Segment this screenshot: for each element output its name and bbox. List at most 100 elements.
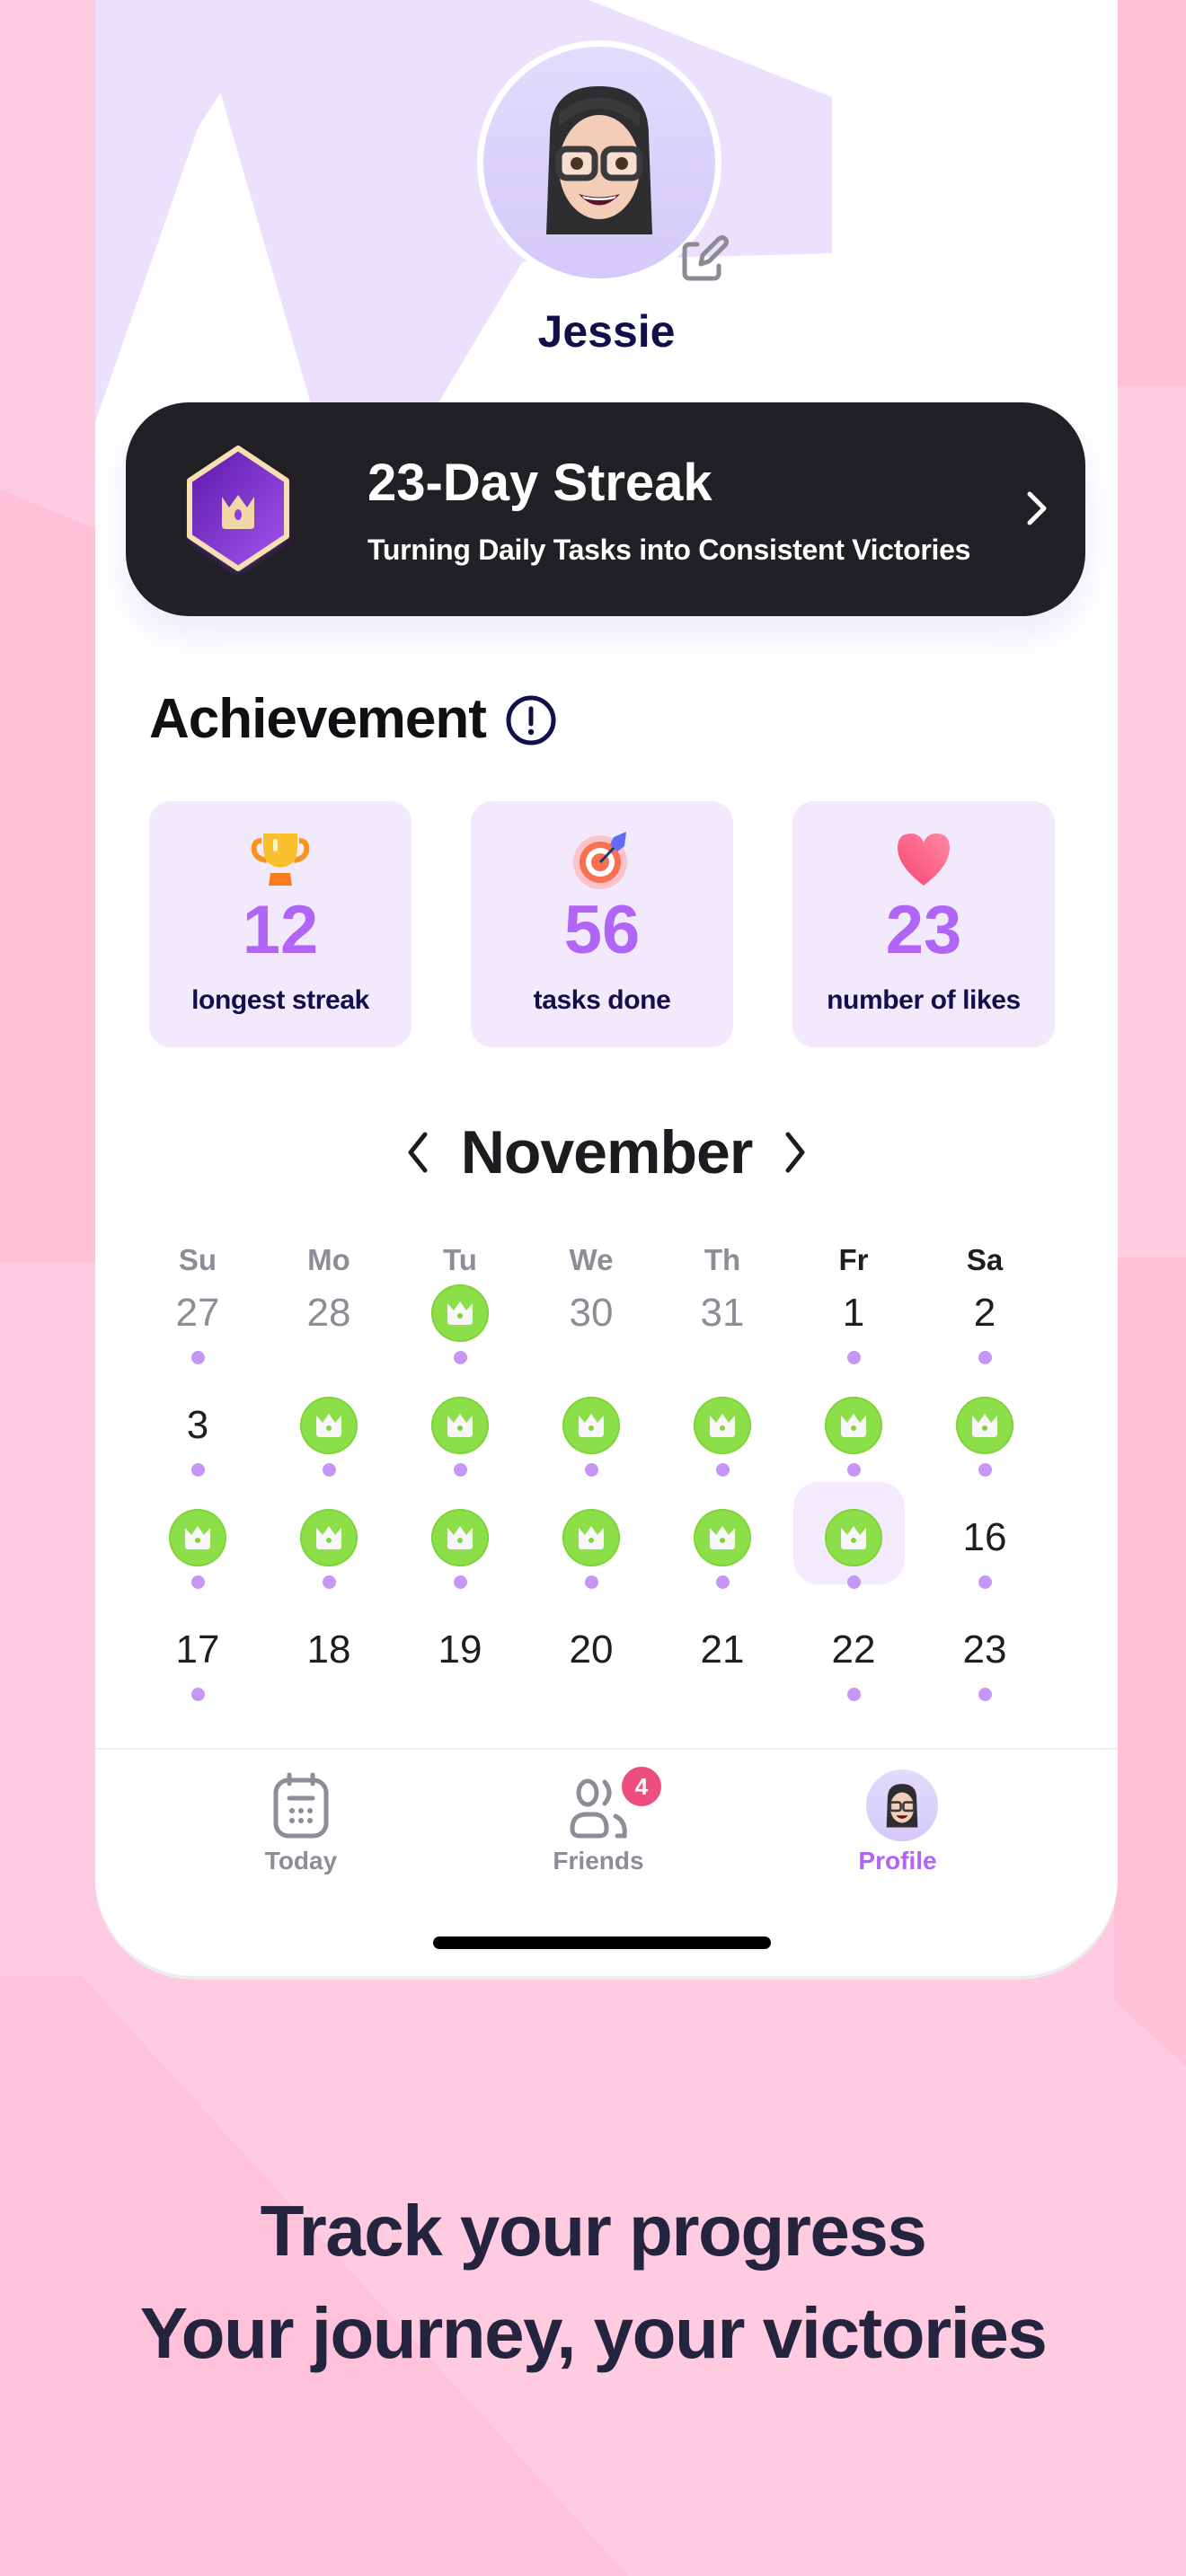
crown-check-icon: [300, 1509, 358, 1566]
heart-icon: [898, 834, 950, 886]
activity-dot: [454, 1688, 467, 1701]
crown-check-icon: [431, 1509, 489, 1566]
crown-check-icon: [956, 1397, 1013, 1454]
tab-friends[interactable]: 4 Friends: [509, 1764, 688, 1875]
home-indicator: [433, 1936, 771, 1949]
calendar-day[interactable]: 18: [263, 1619, 394, 1732]
edit-square-pencil-icon[interactable]: [679, 234, 730, 284]
stat-label: tasks done: [533, 985, 671, 1015]
chevron-left-icon: [408, 1132, 428, 1173]
chevron-right-icon: [785, 1132, 805, 1173]
stat-value: 23: [885, 892, 962, 968]
calendar-day[interactable]: [526, 1395, 657, 1507]
calendar-day[interactable]: 16: [919, 1507, 1050, 1619]
background-facet: [0, 490, 99, 1262]
memoji-avatar-icon: [886, 1784, 918, 1828]
calendar-day[interactable]: [132, 1507, 263, 1619]
tab-today[interactable]: Today: [211, 1769, 391, 1875]
activity-dot: [190, 1688, 205, 1701]
calendar-day[interactable]: 21: [657, 1619, 788, 1732]
activity-dot: [453, 1575, 467, 1589]
day-number: 31: [700, 1291, 745, 1335]
exclamation-circle-icon[interactable]: [505, 694, 557, 746]
chevron-right-icon[interactable]: [1024, 489, 1049, 528]
tab-label: Profile: [858, 1847, 937, 1875]
day-number: 21: [700, 1628, 745, 1672]
calendar-day[interactable]: 1: [788, 1283, 919, 1395]
streak-subtitle: Turning Daily Tasks into Consistent Vict…: [367, 534, 971, 566]
calendar-day[interactable]: [394, 1395, 526, 1507]
calendar-day[interactable]: [788, 1482, 919, 1619]
target-dart-icon: [573, 832, 627, 889]
calendar-week-row: 27 28 30 31 1 2: [132, 1283, 1050, 1395]
month-navigator: November: [95, 1112, 1118, 1193]
next-month-button[interactable]: [777, 1125, 813, 1179]
day-number: 18: [306, 1628, 351, 1672]
stat-label: number of likes: [827, 985, 1021, 1015]
avatar: [866, 1769, 938, 1841]
profile-name: Jessie: [537, 306, 676, 357]
calendar-day[interactable]: 2: [919, 1283, 1050, 1395]
trophy-icon: [251, 834, 310, 886]
activity-dot: [846, 1575, 861, 1589]
calendar-day[interactable]: 3: [132, 1395, 263, 1507]
calendar-week-row: 17 18 19 20 21 22 23: [132, 1619, 1050, 1732]
streak-title: 23-Day Streak: [367, 454, 712, 512]
activity-dot: [846, 1463, 861, 1477]
memoji-avatar-icon: [546, 86, 652, 234]
calendar-week-row: 16: [132, 1482, 1050, 1619]
activity-dot: [190, 1575, 205, 1589]
calendar-day[interactable]: [263, 1395, 394, 1507]
calendar-day[interactable]: 17: [132, 1619, 263, 1732]
calendar-day[interactable]: 23: [919, 1619, 1050, 1732]
day-number: 27: [175, 1291, 220, 1335]
crown-check-icon: [825, 1509, 882, 1566]
background-facet: [1114, 386, 1186, 1275]
calendar-day[interactable]: 20: [526, 1619, 657, 1732]
month-label: November: [460, 1118, 754, 1187]
calendar-day[interactable]: 22: [788, 1619, 919, 1732]
crown-check-icon: [562, 1509, 620, 1566]
tabbar-divider: [95, 1748, 1118, 1750]
activity-dot: [190, 1463, 205, 1477]
day-number: 28: [306, 1291, 351, 1335]
crown-check-icon: [431, 1284, 489, 1342]
day-number: 2: [973, 1291, 996, 1335]
tab-profile[interactable]: Profile: [808, 1769, 987, 1875]
crown-check-icon: [825, 1397, 882, 1454]
day-number: 17: [175, 1628, 220, 1672]
day-number: 3: [186, 1403, 209, 1447]
day-number: 30: [569, 1291, 614, 1335]
calendar-weeks: 27 28 30 31 1 2 3 16 17 18 19 20 21 22 23: [132, 1283, 1050, 1732]
calendar-day[interactable]: 19: [394, 1619, 526, 1732]
stat-card-longest-streak: 12 longest streak: [149, 801, 412, 1047]
background-facet: [1114, 0, 1186, 413]
calendar-day[interactable]: [526, 1507, 657, 1619]
activity-dot: [584, 1463, 598, 1477]
activity-dot: [323, 1688, 336, 1701]
crown-check-icon: [300, 1397, 358, 1454]
calendar-day[interactable]: [919, 1395, 1050, 1507]
streak-card[interactable]: 23-Day Streak Turning Daily Tasks into C…: [126, 402, 1085, 616]
prev-month-button[interactable]: [400, 1125, 436, 1179]
activity-dot: [585, 1688, 598, 1701]
weekday-label: Su: [178, 1243, 217, 1276]
calendar-day[interactable]: 28: [263, 1283, 394, 1395]
calendar-day[interactable]: [394, 1507, 526, 1619]
calendar-day[interactable]: [657, 1395, 788, 1507]
crown-check-icon: [694, 1509, 751, 1566]
crown-check-icon: [169, 1509, 226, 1566]
weekday-label: Sa: [966, 1243, 1004, 1276]
calendar-day[interactable]: 30: [526, 1283, 657, 1395]
stat-card-number-of-likes: 23 number of likes: [792, 801, 1055, 1047]
weekday-label: Fr: [838, 1243, 869, 1276]
decorative-blob: [95, 0, 832, 422]
calendar-day[interactable]: [394, 1283, 526, 1395]
calendar-day[interactable]: [657, 1507, 788, 1619]
calendar-day[interactable]: 27: [132, 1283, 263, 1395]
background-facet: [1114, 1257, 1186, 2066]
calendar-day[interactable]: [263, 1507, 394, 1619]
crown-check-icon: [562, 1397, 620, 1454]
crown-check-icon: [431, 1397, 489, 1454]
calendar-day[interactable]: 31: [657, 1283, 788, 1395]
